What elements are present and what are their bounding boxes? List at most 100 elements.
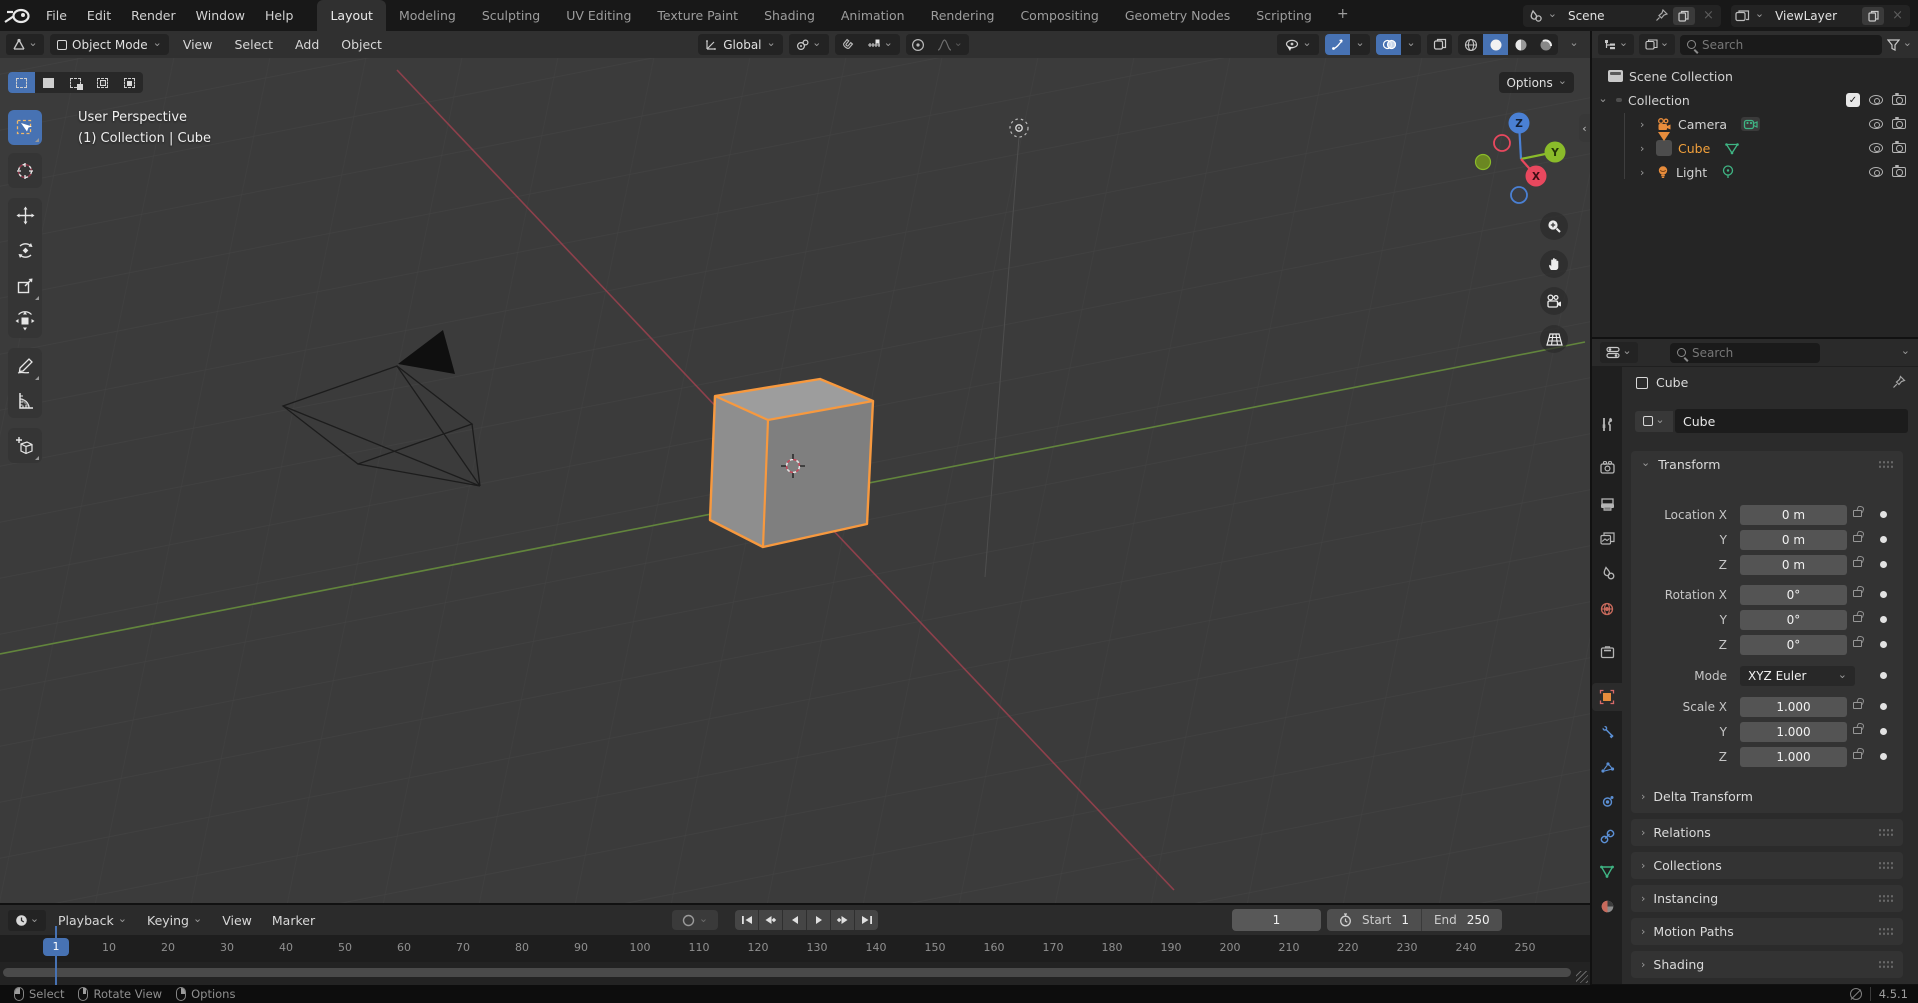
- playhead[interactable]: 1: [43, 938, 69, 956]
- panel-drag-dots[interactable]: [1878, 894, 1893, 903]
- tab-scripting[interactable]: Scripting: [1243, 0, 1325, 31]
- camera-view-button[interactable]: [1540, 287, 1568, 315]
- xray-toggle[interactable]: [1427, 34, 1452, 55]
- scale-y-field[interactable]: 1.000: [1740, 722, 1847, 742]
- show-overlays-toggle[interactable]: [1376, 34, 1401, 55]
- transform-panel-header[interactable]: ⌄ Transform: [1631, 451, 1903, 478]
- animate-dot[interactable]: [1880, 641, 1887, 648]
- disable-render-icon[interactable]: [1892, 93, 1906, 105]
- timeline-editor-type-button[interactable]: ⌄: [8, 909, 46, 931]
- lock-icon[interactable]: [1853, 590, 1862, 597]
- rotation-y-field[interactable]: 0°: [1740, 610, 1847, 630]
- gizmo-dropdown[interactable]: ⌄: [1350, 34, 1370, 55]
- tab-view-layer[interactable]: [1592, 524, 1622, 552]
- outliner-row-cube[interactable]: › Cube: [1592, 132, 1918, 160]
- tab-collection-props[interactable]: [1592, 638, 1622, 666]
- animate-dot[interactable]: [1880, 536, 1887, 543]
- tool-annotate[interactable]: [8, 348, 42, 383]
- relations-panel[interactable]: › Relations: [1631, 819, 1903, 846]
- collection-checkbox[interactable]: ✓: [1846, 93, 1860, 107]
- outliner-editor[interactable]: ⌄ ⌄ ⌄ Scene Collection ⌄ Col: [1592, 31, 1918, 337]
- outliner-row-camera[interactable]: › Camera: [1592, 112, 1918, 136]
- blender-logo[interactable]: [0, 3, 36, 29]
- menu-window[interactable]: Window: [186, 0, 255, 31]
- proportional-edit-toggle[interactable]: [906, 34, 931, 55]
- light-object[interactable]: [1009, 118, 1029, 138]
- tab-particles[interactable]: [1592, 753, 1622, 781]
- lock-icon[interactable]: [1853, 752, 1862, 759]
- rotation-z-field[interactable]: 0°: [1740, 635, 1847, 655]
- overlays-dropdown[interactable]: ⌄: [1401, 34, 1421, 55]
- timeline-ruler[interactable]: 1 10 20 30 40 50 60 70 80 90 100 110 120 130 140 150 16…: [0, 935, 1590, 962]
- jump-to-start-button[interactable]: [735, 910, 758, 930]
- camera-object[interactable]: [281, 330, 481, 487]
- delta-transform-header[interactable]: › Delta Transform: [1631, 783, 1903, 810]
- properties-editor[interactable]: ⌄ ⌄: [1592, 339, 1918, 984]
- expand-chevron-icon[interactable]: ›: [1640, 119, 1650, 130]
- select-mode-new[interactable]: [35, 72, 62, 93]
- expand-chevron-icon[interactable]: ›: [1640, 167, 1650, 178]
- scene-selector[interactable]: ⌄ Scene ×: [1522, 4, 1721, 27]
- menu-keying[interactable]: Keying ⌄: [139, 913, 210, 928]
- breadcrumb-label[interactable]: Cube: [1656, 375, 1688, 390]
- shading-rendered-button[interactable]: [1533, 34, 1558, 55]
- frame-start-field[interactable]: Start 1: [1327, 909, 1421, 931]
- network-offline-icon[interactable]: [1849, 988, 1862, 1000]
- panel-drag-dots[interactable]: [1878, 927, 1893, 936]
- pin-icon[interactable]: [1655, 9, 1668, 22]
- tool-transform[interactable]: [8, 303, 42, 338]
- tool-cursor[interactable]: [8, 153, 42, 188]
- menu-timeline-view[interactable]: View: [214, 913, 260, 928]
- outliner-search[interactable]: [1680, 34, 1882, 55]
- tab-sculpting[interactable]: Sculpting: [469, 0, 553, 31]
- cube-object[interactable]: [708, 377, 875, 549]
- select-mode-extend[interactable]: [62, 72, 89, 93]
- viewlayer-name[interactable]: ViewLayer: [1769, 9, 1857, 23]
- disable-render-icon[interactable]: [1892, 141, 1906, 153]
- menu-add[interactable]: Add: [287, 37, 327, 52]
- shading-solid-button[interactable]: [1483, 34, 1508, 55]
- hide-eye-icon[interactable]: [1869, 95, 1883, 105]
- panel-drag-dots[interactable]: [1878, 828, 1893, 837]
- tab-layout[interactable]: Layout: [317, 0, 386, 31]
- viewport-scene[interactable]: [0, 58, 1590, 903]
- tab-scene[interactable]: [1592, 559, 1622, 587]
- outliner-row-scene-collection[interactable]: Scene Collection: [1592, 64, 1918, 88]
- object-name-input[interactable]: [1675, 409, 1908, 433]
- motion-paths-panel[interactable]: › Motion Paths: [1631, 918, 1903, 945]
- lock-icon[interactable]: [1853, 640, 1862, 647]
- rotation-x-field[interactable]: 0°: [1740, 585, 1847, 605]
- shading-wireframe-button[interactable]: [1458, 34, 1483, 55]
- tab-physics[interactable]: [1592, 787, 1622, 815]
- previous-keyframe-button[interactable]: [759, 910, 782, 930]
- location-y-field[interactable]: 0 m: [1740, 530, 1847, 550]
- editor-type-button[interactable]: ⌄: [6, 34, 44, 55]
- shading-panel[interactable]: › Shading: [1631, 951, 1903, 978]
- object-visibility-button[interactable]: ⌄: [1277, 34, 1319, 55]
- gizmo-axis-neg-z[interactable]: [1510, 186, 1528, 204]
- animate-dot[interactable]: [1880, 511, 1887, 518]
- tab-modeling[interactable]: Modeling: [386, 0, 469, 31]
- disable-render-icon[interactable]: [1892, 117, 1906, 129]
- lock-icon[interactable]: [1853, 535, 1862, 542]
- animate-dot[interactable]: [1880, 703, 1887, 710]
- properties-search[interactable]: [1670, 342, 1820, 363]
- auto-keying-button[interactable]: ⌄: [672, 910, 718, 930]
- zoom-button[interactable]: [1540, 212, 1568, 240]
- tab-tool[interactable]: [1592, 410, 1622, 438]
- scene-name[interactable]: Scene: [1562, 9, 1650, 23]
- jump-to-end-button[interactable]: [855, 910, 878, 930]
- tab-constraints[interactable]: [1592, 822, 1622, 850]
- gizmo-axis-neg-y[interactable]: [1474, 153, 1492, 171]
- play-button[interactable]: [807, 910, 830, 930]
- tab-shading[interactable]: Shading: [751, 0, 828, 31]
- hide-eye-icon[interactable]: [1869, 143, 1883, 153]
- menu-view[interactable]: View: [175, 37, 221, 52]
- timeline-editor[interactable]: ⌄ Playback ⌄ Keying ⌄ View Marker ⌄ 1 St…: [0, 905, 1590, 985]
- pan-button[interactable]: [1540, 250, 1568, 278]
- tool-rotate[interactable]: [8, 233, 42, 268]
- tab-texture-paint[interactable]: Texture Paint: [644, 0, 751, 31]
- pin-icon[interactable]: [1892, 375, 1906, 389]
- hide-eye-icon[interactable]: [1869, 167, 1883, 177]
- menu-object[interactable]: Object: [333, 37, 390, 52]
